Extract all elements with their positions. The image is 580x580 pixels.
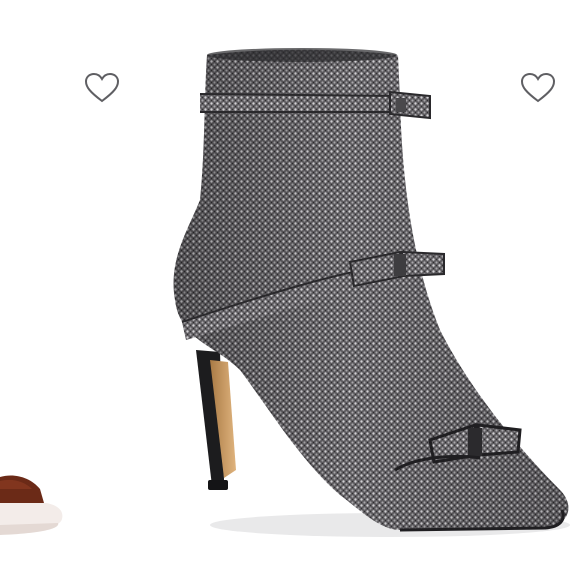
heart-outline-icon <box>520 72 556 103</box>
heart-outline-icon <box>84 72 120 103</box>
add-to-favorites-button[interactable] <box>518 68 558 108</box>
add-to-favorites-button[interactable] <box>82 68 122 108</box>
product-carousel <box>0 0 580 580</box>
